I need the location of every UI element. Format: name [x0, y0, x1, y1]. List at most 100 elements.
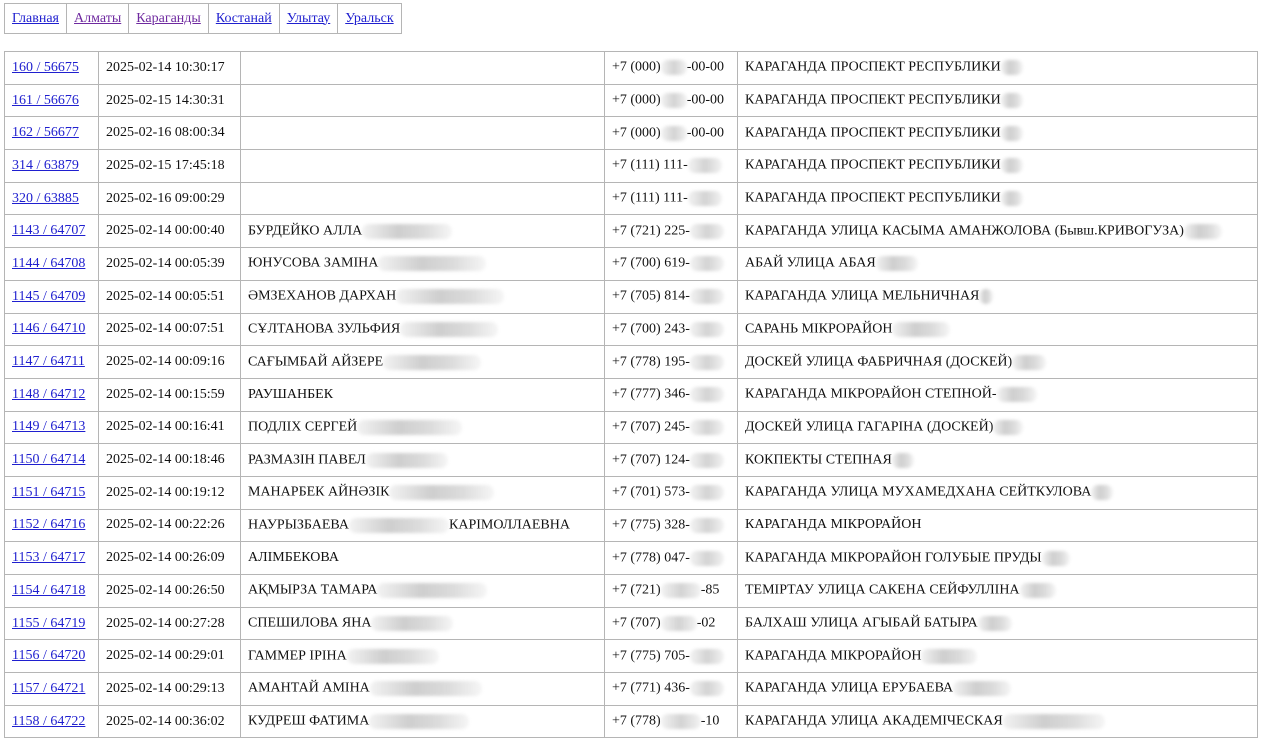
record-id-link[interactable]: 1147 / 64711 [12, 354, 85, 369]
record-phone-cell: +7 (707) 245- [604, 410, 738, 445]
record-phone-cell: +7 (705) 814- [604, 279, 738, 314]
redacted-address [1041, 550, 1070, 566]
table-row: 1144 / 64708 2025-02-14 00:05:39 ЮНУСОВА З… [4, 247, 1258, 281]
city-nav-link[interactable]: Караганды [136, 11, 201, 26]
city-nav-link[interactable]: Костанай [216, 11, 272, 26]
redacted-address [1091, 485, 1114, 501]
record-id-cell: 1150 / 64714 [4, 443, 99, 477]
redacted-name [378, 256, 487, 272]
table-row: 1155 / 64719 2025-02-14 00:27:28 СПЕШИЛОВА… [4, 606, 1258, 641]
redacted-phone [689, 452, 724, 468]
table-row: 1154 / 64718 2025-02-14 00:26:50 АҚМЫРЗА Т… [4, 574, 1258, 608]
redacted-name [362, 223, 453, 239]
redacted-address [977, 616, 1012, 632]
record-name-cell: АҚМЫРЗА ТАМАРА [240, 574, 605, 608]
record-date-cell: 2025-02-14 00:18:46 [98, 443, 241, 477]
redacted-phone [660, 583, 701, 599]
record-id-link[interactable]: 160 / 56675 [12, 60, 79, 75]
record-id-link[interactable]: 1143 / 64707 [12, 223, 85, 238]
record-address: КАРАГАНДА ПРОСПЕКТ РЕСПУБЛИКИ [745, 60, 1001, 76]
redacted-phone [660, 616, 697, 632]
record-id-link[interactable]: 1144 / 64708 [12, 256, 85, 271]
record-address-cell: КАРАГАНДА ПРОСПЕКТ РЕСПУБЛИКИ [737, 83, 1258, 118]
record-name-cell: ЮНУСОВА ЗАМІНА [240, 247, 605, 281]
record-id-link[interactable]: 1158 / 64722 [12, 714, 85, 729]
city-nav-link[interactable]: Главная [12, 11, 59, 26]
record-id-link[interactable]: 1156 / 64720 [12, 648, 85, 663]
record-name: АМАНТАЙ АМІНА [248, 681, 370, 697]
table-row: 320 / 63885 2025-02-16 09:00:29 +7 (111) 1… [4, 181, 1258, 216]
record-id-link[interactable]: 1151 / 64715 [12, 485, 85, 500]
record-address-cell: ТЕМІРТАУ УЛИЦА САКЕНА СЕЙФУЛЛІНА [737, 574, 1258, 608]
redacted-address [1000, 158, 1023, 174]
redacted-phone [689, 321, 724, 337]
record-name-cell [240, 181, 605, 216]
redacted-name [396, 289, 505, 305]
city-nav-cell: Главная [4, 3, 67, 34]
record-id-link[interactable]: 1152 / 64716 [12, 517, 85, 532]
record-id-link[interactable]: 1146 / 64710 [12, 321, 85, 336]
record-address-cell: ДОСКЕЙ УЛИЦА ФАБРИЧНАЯ (ДОСКЕЙ) [737, 345, 1258, 379]
record-date-cell: 2025-02-14 00:09:16 [98, 345, 241, 379]
table-row: 1143 / 64707 2025-02-14 00:00:40 БУРДЕЙКО … [4, 214, 1258, 249]
redacted-address [953, 681, 1012, 697]
record-address-cell: КАРАГАНДА УЛИЦА ЕРУБАЕВА [737, 672, 1258, 706]
city-nav-link[interactable]: Уральск [345, 11, 393, 26]
record-id-link[interactable]: 1154 / 64718 [12, 583, 85, 598]
city-nav-link[interactable]: Алматы [74, 11, 121, 26]
city-nav-link[interactable]: Улытау [287, 11, 331, 26]
redacted-address [1000, 191, 1023, 207]
redacted-address [892, 321, 951, 337]
table-row: 1150 / 64714 2025-02-14 00:18:46 РАЗМАЗІН … [4, 443, 1258, 477]
record-date: 2025-02-14 00:16:41 [106, 419, 225, 435]
redacted-name [377, 583, 488, 599]
table-row: 1158 / 64722 2025-02-14 00:36:02 КУДРЕШ ФА… [4, 704, 1258, 739]
record-phone: +7 (775) 705- [612, 648, 690, 664]
record-id-link[interactable]: 162 / 56677 [12, 125, 79, 140]
table-row: 1148 / 64712 2025-02-14 00:15:59 РАУШАНБЕК… [4, 377, 1258, 412]
record-phone: +7 (778) 195- [612, 354, 690, 370]
record-address-cell: КАРАГАНДА УЛИЦА МУХАМЕДХАНА СЕЙТКУЛОВА [737, 475, 1258, 510]
record-id-link[interactable]: 1150 / 64714 [12, 452, 85, 467]
record-name-cell: АЛІМБЕКОВА [240, 541, 605, 575]
record-date: 2025-02-14 00:26:09 [106, 550, 225, 566]
record-address-cell: КАРАГАНДА МІКРОРАЙОН СТЕПНОЙ- [737, 377, 1258, 412]
record-phone-tail: -10 [700, 713, 720, 729]
record-phone-cell: +7 (000) -00-00 [604, 83, 738, 118]
record-id-link[interactable]: 1157 / 64721 [12, 681, 85, 696]
record-phone: +7 (721) [612, 583, 661, 599]
record-address: ДОСКЕЙ УЛИЦА ФАБРИЧНАЯ (ДОСКЕЙ) [745, 354, 1013, 370]
redacted-phone [689, 354, 724, 370]
record-id-link[interactable]: 1153 / 64717 [12, 550, 85, 565]
record-id-link[interactable]: 1145 / 64709 [12, 289, 85, 304]
record-date-cell: 2025-02-15 14:30:31 [98, 83, 241, 118]
record-name-cell: КУДРЕШ ФАТИМА [240, 704, 605, 739]
redacted-phone [689, 550, 724, 566]
record-id-link[interactable]: 1149 / 64713 [12, 419, 85, 434]
record-id-link[interactable]: 161 / 56676 [12, 93, 79, 108]
redacted-address [1019, 583, 1056, 599]
record-date-cell: 2025-02-14 00:29:13 [98, 672, 241, 706]
record-name: САҒЫМБАЙ АЙЗЕРЕ [248, 354, 384, 370]
record-id-link[interactable]: 1148 / 64712 [12, 387, 85, 402]
redacted-phone [689, 517, 724, 533]
record-id-cell: 1149 / 64713 [4, 410, 99, 445]
record-id-link[interactable]: 314 / 63879 [12, 158, 79, 173]
redacted-address [996, 387, 1037, 403]
record-address: АБАЙ УЛИЦА АБАЯ [745, 256, 876, 272]
redacted-phone [689, 648, 724, 664]
redacted-address [993, 419, 1024, 435]
record-address: КАРАГАНДА ПРОСПЕКТ РЕСПУБЛИКИ [745, 125, 1001, 141]
table-row: 160 / 56675 2025-02-14 10:30:17 +7 (000) -0… [4, 51, 1258, 85]
record-id-link[interactable]: 320 / 63885 [12, 191, 79, 206]
record-id-link[interactable]: 1155 / 64719 [12, 616, 85, 631]
record-phone-tail: -85 [700, 583, 720, 599]
redacted-phone [689, 289, 724, 305]
record-name: РАУШАНБЕК [248, 386, 334, 402]
table-row: 1149 / 64713 2025-02-14 00:16:41 ПОДЛІХ СЕ… [4, 410, 1258, 445]
record-id-cell: 320 / 63885 [4, 181, 99, 216]
redacted-phone [689, 419, 724, 435]
record-name-cell: БУРДЕЙКО АЛЛА [240, 214, 605, 249]
record-address: КАРАГАНДА МІКРОРАЙОН ГОЛУБЫЕ ПРУДЫ [745, 550, 1042, 566]
record-phone: +7 (771) 436- [612, 681, 690, 697]
